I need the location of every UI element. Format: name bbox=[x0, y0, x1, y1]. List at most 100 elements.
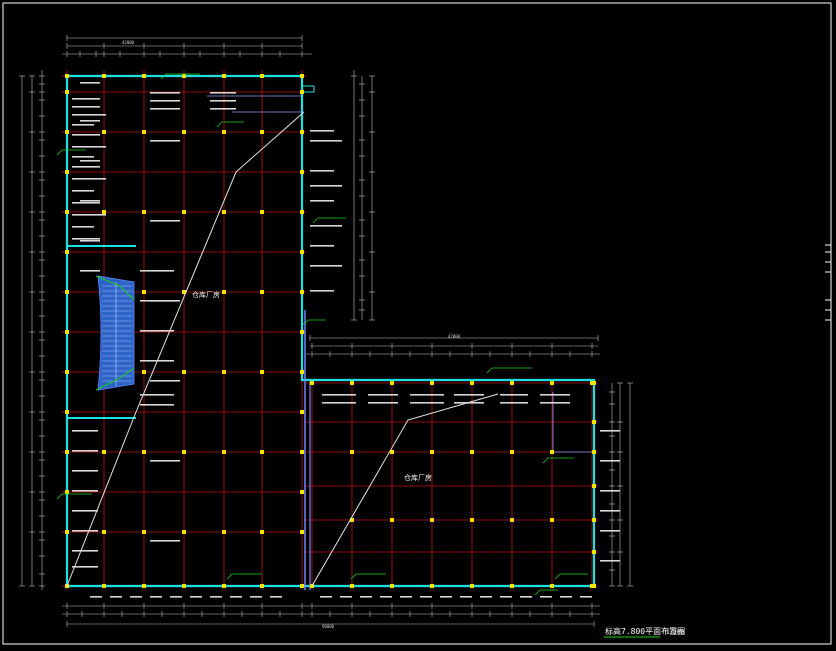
annotation-text-stub bbox=[360, 596, 372, 598]
annotation-text-stub bbox=[500, 402, 528, 404]
room-label-lower: 仓库厂房 bbox=[404, 473, 432, 482]
room-label-upper: 仓库厂房 bbox=[192, 290, 220, 299]
annotation-text-stub bbox=[368, 394, 398, 396]
annotation-text-stub bbox=[310, 265, 342, 267]
column bbox=[592, 584, 596, 588]
column bbox=[470, 518, 474, 522]
annotation-text-stub bbox=[72, 178, 106, 180]
column bbox=[260, 130, 264, 134]
column bbox=[182, 584, 186, 588]
annotation-text-stub bbox=[480, 596, 492, 598]
annotation-text-stub bbox=[250, 596, 262, 598]
column bbox=[102, 450, 106, 454]
column bbox=[65, 210, 69, 214]
column bbox=[300, 370, 304, 374]
column bbox=[260, 370, 264, 374]
column bbox=[142, 584, 146, 588]
annotation-text-stub bbox=[560, 596, 572, 598]
top-total-dimension: 42000 bbox=[122, 40, 135, 45]
annotation-text-stub bbox=[600, 530, 620, 532]
column bbox=[592, 381, 596, 385]
annotation-leader bbox=[534, 589, 541, 596]
annotation-leader bbox=[542, 457, 549, 464]
annotation-text-stub bbox=[600, 430, 620, 432]
annotation-leader bbox=[226, 573, 233, 580]
column bbox=[260, 584, 264, 588]
column bbox=[102, 130, 106, 134]
column bbox=[430, 518, 434, 522]
annotation-text-stub bbox=[322, 402, 356, 404]
exterior-walls bbox=[65, 74, 596, 590]
annotation-text-stub bbox=[110, 596, 122, 598]
annotation-text-stub bbox=[420, 596, 432, 598]
annotation-text-stub bbox=[454, 402, 484, 404]
column bbox=[65, 410, 69, 414]
column bbox=[182, 130, 186, 134]
annotation-text-stub bbox=[540, 394, 570, 396]
column bbox=[65, 490, 69, 494]
annotation-text-stub bbox=[322, 394, 356, 396]
column bbox=[222, 584, 226, 588]
column bbox=[142, 530, 146, 534]
column bbox=[222, 450, 226, 454]
column bbox=[65, 530, 69, 534]
column bbox=[142, 370, 146, 374]
column bbox=[300, 210, 304, 214]
column bbox=[65, 170, 69, 174]
annotation-text-stub bbox=[540, 596, 552, 598]
column bbox=[182, 210, 186, 214]
annotation-text-stub bbox=[310, 130, 334, 132]
column bbox=[142, 450, 146, 454]
annotation-text-stub bbox=[230, 596, 242, 598]
column bbox=[300, 74, 304, 78]
annotation-text-stub bbox=[72, 238, 100, 240]
column bbox=[510, 381, 514, 385]
annotation-text-stub bbox=[210, 100, 236, 102]
annotation-text-stub bbox=[520, 596, 532, 598]
column bbox=[300, 450, 304, 454]
column bbox=[550, 518, 554, 522]
annotation-leader bbox=[554, 573, 561, 580]
annotation-text-stub bbox=[72, 450, 98, 452]
column bbox=[142, 290, 146, 294]
column bbox=[65, 250, 69, 254]
column bbox=[182, 74, 186, 78]
column bbox=[260, 210, 264, 214]
column bbox=[310, 381, 314, 385]
column bbox=[102, 584, 106, 588]
column bbox=[300, 130, 304, 134]
column bbox=[350, 450, 354, 454]
column bbox=[350, 381, 354, 385]
column bbox=[550, 450, 554, 454]
annotation-text-stub bbox=[310, 170, 334, 172]
column bbox=[222, 74, 226, 78]
column bbox=[592, 518, 596, 522]
annotation-leader bbox=[56, 149, 63, 156]
column bbox=[260, 74, 264, 78]
annotation-text-stub bbox=[130, 596, 142, 598]
column bbox=[222, 130, 226, 134]
annotation-text-stub bbox=[80, 120, 100, 122]
annotation-text-stub bbox=[90, 596, 102, 598]
column bbox=[260, 450, 264, 454]
column bbox=[300, 290, 304, 294]
annotation-text-stub bbox=[410, 402, 444, 404]
annotation-text-stub bbox=[140, 330, 174, 332]
column bbox=[390, 381, 394, 385]
annotation-text-stub bbox=[72, 124, 94, 126]
annotation-text-stub bbox=[80, 270, 100, 272]
column bbox=[592, 484, 596, 488]
column bbox=[65, 330, 69, 334]
column bbox=[430, 584, 434, 588]
annotation-text-stub bbox=[72, 156, 94, 158]
annotation-leader bbox=[486, 367, 493, 374]
column bbox=[300, 530, 304, 534]
annotation-text-stub bbox=[80, 160, 100, 162]
annotation-text-stub bbox=[210, 596, 222, 598]
column bbox=[300, 584, 304, 588]
annotation-text-stub bbox=[454, 394, 484, 396]
annotation-text-stub bbox=[210, 108, 236, 110]
frame-tick-marks bbox=[825, 244, 831, 321]
column bbox=[470, 584, 474, 588]
floor-plan-drawing: 42000 42000 90000 仓库厂房 仓库厂房 标高7.800平面布置图… bbox=[2, 2, 832, 645]
